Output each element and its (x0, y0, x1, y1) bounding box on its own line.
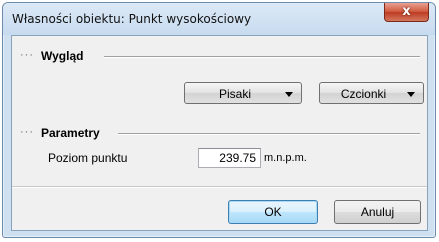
dropdown-arrow-icon (407, 92, 415, 97)
ok-button[interactable]: OK (228, 200, 318, 224)
dialog-window: Własności obiektu: Punkt wysokościowy x … (2, 2, 436, 238)
section-divider (104, 56, 420, 58)
dropdown-arrow-icon (285, 92, 293, 97)
button-separator (12, 186, 427, 188)
title-bar[interactable]: Własności obiektu: Punkt wysokościowy x (3, 3, 435, 35)
section-dots: ··· (20, 49, 34, 61)
pens-label: Pisaki (218, 87, 251, 101)
pens-dropdown-button[interactable]: Pisaki (184, 82, 302, 104)
window-title: Własności obiektu: Punkt wysokościowy (12, 12, 252, 26)
level-label: Poziom punktu (48, 151, 128, 165)
section-parameters-header: ··· Parametry (20, 126, 420, 140)
section-dots: ··· (20, 126, 34, 138)
section-appearance-title: Wygląd (41, 49, 84, 63)
level-input[interactable]: 239.75 (198, 148, 261, 168)
cancel-button[interactable]: Anuluj (334, 200, 421, 224)
dialog-body: ··· Wygląd Pisaki Czcionki ··· Parametry… (11, 35, 428, 231)
fonts-dropdown-button[interactable]: Czcionki (319, 82, 424, 104)
fonts-label: Czcionki (340, 87, 387, 101)
close-icon: x (402, 4, 411, 19)
section-parameters-title: Parametry (41, 126, 100, 140)
close-button[interactable]: x (384, 3, 429, 22)
level-unit: m.n.p.m. (264, 152, 307, 164)
section-appearance-header: ··· Wygląd (20, 49, 420, 63)
section-divider (118, 133, 420, 135)
